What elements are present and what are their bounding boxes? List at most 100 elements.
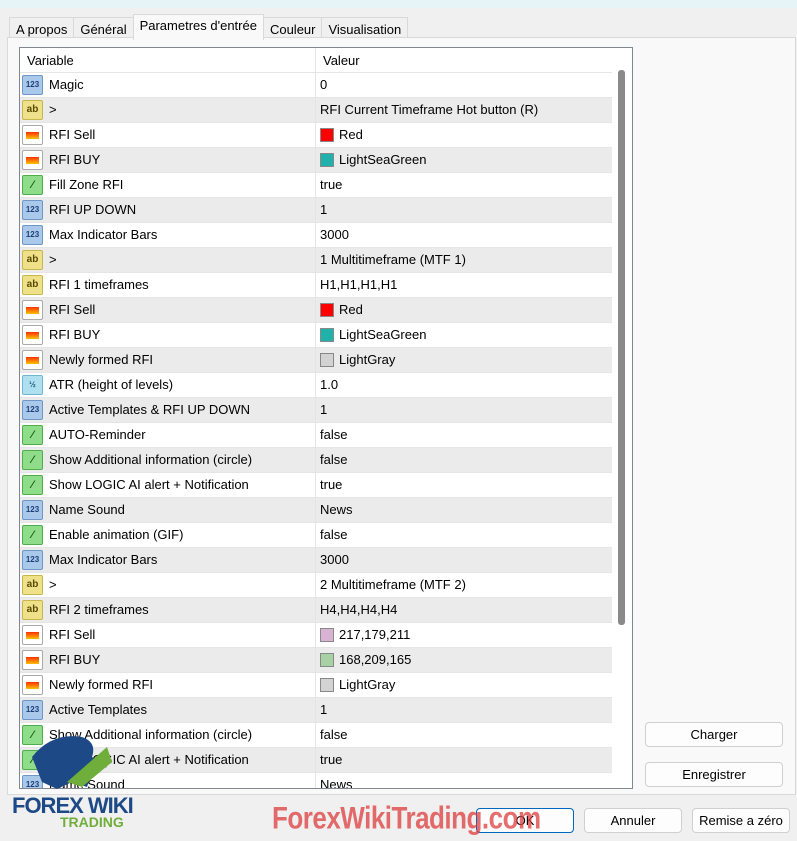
variable-cell: ⁄ AUTO-Reminder [20,423,316,447]
table-row[interactable]: RFI BUY LightSeaGreen [20,323,612,348]
table-row[interactable]: Newly formed RFI LightGray [20,348,612,373]
string-icon: ab [22,600,43,620]
color-swatch [320,628,334,642]
value-cell[interactable]: 217,179,211 [316,623,612,647]
table-row[interactable]: ab > 1 Multitimeframe (MTF 1) [20,248,612,273]
reset-button[interactable]: Remise a zéro [692,808,790,833]
value-cell[interactable]: true [316,473,612,497]
table-row[interactable]: ab > RFI Current Timeframe Hot button (R) [20,98,612,123]
variable-name: Max Indicator Bars [49,552,158,567]
variable-name: RFI Sell [49,127,96,142]
value-cell[interactable]: false [316,723,612,747]
boolean-icon: ⁄ [22,525,43,545]
vertical-scrollbar[interactable] [612,48,632,788]
table-row[interactable]: ⁄ Enable animation (GIF) false [20,523,612,548]
variable-cell: ab RFI 1 timeframes [20,273,316,297]
color-icon [22,675,43,695]
table-row[interactable]: 123 Active Templates & RFI UP DOWN 1 [20,398,612,423]
table-row[interactable]: RFI Sell Red [20,123,612,148]
color-icon [22,300,43,320]
variable-cell: RFI BUY [20,323,316,347]
value-cell[interactable]: LightGray [316,348,612,372]
value-cell[interactable]: false [316,448,612,472]
value-cell[interactable]: true [316,173,612,197]
tab-inputs[interactable]: Parametres d'entrée [132,14,264,40]
value-cell[interactable]: 1 Multitimeframe (MTF 1) [316,248,612,272]
table-row[interactable]: ⁄ AUTO-Reminder false [20,423,612,448]
table-row[interactable]: RFI BUY 168,209,165 [20,648,612,673]
table-row[interactable]: 123 RFI UP DOWN 1 [20,198,612,223]
value-cell[interactable]: 1 [316,198,612,222]
value-text: LightSeaGreen [339,152,427,167]
table-row[interactable]: ½ ATR (height of levels) 1.0 [20,373,612,398]
value-text: false [320,427,348,442]
value-cell[interactable]: News [316,498,612,522]
value-cell[interactable]: LightSeaGreen [316,148,612,172]
value-cell[interactable]: false [316,523,612,547]
value-text: 168,209,165 [339,652,412,667]
value-cell[interactable]: RFI Current Timeframe Hot button (R) [316,98,612,122]
value-cell[interactable]: LightGray [316,673,612,697]
value-text: false [320,452,348,467]
table-row[interactable]: ab RFI 1 timeframes H1,H1,H1,H1 [20,273,612,298]
value-cell[interactable]: 1 [316,398,612,422]
scrollbar-thumb[interactable] [618,70,625,625]
value-text: false [320,527,348,542]
value-text: 217,179,211 [339,627,411,642]
value-text: 1 Multitimeframe (MTF 1) [320,252,466,267]
variable-name: Name Sound [49,502,125,517]
table-row[interactable]: ab RFI 2 timeframes H4,H4,H4,H4 [20,598,612,623]
value-cell[interactable]: 1.0 [316,373,612,397]
load-button[interactable]: Charger [645,722,783,747]
variable-cell: RFI BUY [20,648,316,672]
table-row[interactable]: Newly formed RFI LightGray [20,673,612,698]
column-header-variable[interactable]: Variable [20,48,316,72]
table-row[interactable]: RFI BUY LightSeaGreen [20,148,612,173]
value-cell[interactable]: 3000 [316,223,612,247]
value-cell[interactable]: H4,H4,H4,H4 [316,598,612,622]
value-cell[interactable]: News [316,773,612,788]
value-text: LightSeaGreen [339,327,427,342]
column-header-value[interactable]: Valeur [316,48,632,72]
table-row[interactable]: ab >2 Multitimeframe (MTF 2) [20,573,612,598]
value-cell[interactable]: Red [316,123,612,147]
value-cell[interactable]: LightSeaGreen [316,323,612,347]
save-button[interactable]: Enregistrer [645,762,783,787]
variable-cell: Newly formed RFI [20,673,316,697]
table-row[interactable]: 123 Max Indicator Bars 3000 [20,223,612,248]
value-cell[interactable]: Red [316,298,612,322]
value-cell[interactable]: 3000 [316,548,612,572]
value-cell[interactable]: 1 [316,698,612,722]
variable-name: Active Templates [49,702,148,717]
value-cell[interactable]: 168,209,165 [316,648,612,672]
table-row[interactable]: RFI Sell Red [20,298,612,323]
value-text: Red [339,127,363,142]
variable-cell: ½ ATR (height of levels) [20,373,316,397]
variable-name: RFI 2 timeframes [49,602,149,617]
value-cell[interactable]: true [316,748,612,772]
cancel-button[interactable]: Annuler [584,808,682,833]
table-row[interactable]: 123 Magic 0 [20,73,612,98]
value-text: Red [339,302,363,317]
table-row[interactable]: 123 Max Indicator Bars 3000 [20,548,612,573]
table-row[interactable]: 123 Active Templates 1 [20,698,612,723]
value-cell[interactable]: 0 [316,73,612,97]
color-icon [22,325,43,345]
variable-name: RFI BUY [49,652,101,667]
variable-cell: ab > [20,248,316,272]
value-cell[interactable]: H1,H1,H1,H1 [316,273,612,297]
value-cell[interactable]: false [316,423,612,447]
table-row[interactable]: ⁄ Fill Zone RFI true [20,173,612,198]
value-text: true [320,752,343,767]
table-row[interactable]: RFI Sell 217,179,211 [20,623,612,648]
table-row[interactable]: ⁄ Show Additional information (circle) fal… [20,448,612,473]
color-swatch [320,128,334,142]
integer-icon: 123 [22,225,43,245]
variable-cell: ⁄ Fill Zone RFI [20,173,316,197]
table-row[interactable]: ⁄ Show LOGIC AI alert + Notification true [20,473,612,498]
color-swatch [320,303,334,317]
variable-name: RFI Sell [49,627,96,642]
string-icon: ab [22,275,43,295]
table-row[interactable]: 123 Name Sound News [20,498,612,523]
value-cell[interactable]: 2 Multitimeframe (MTF 2) [316,573,612,597]
